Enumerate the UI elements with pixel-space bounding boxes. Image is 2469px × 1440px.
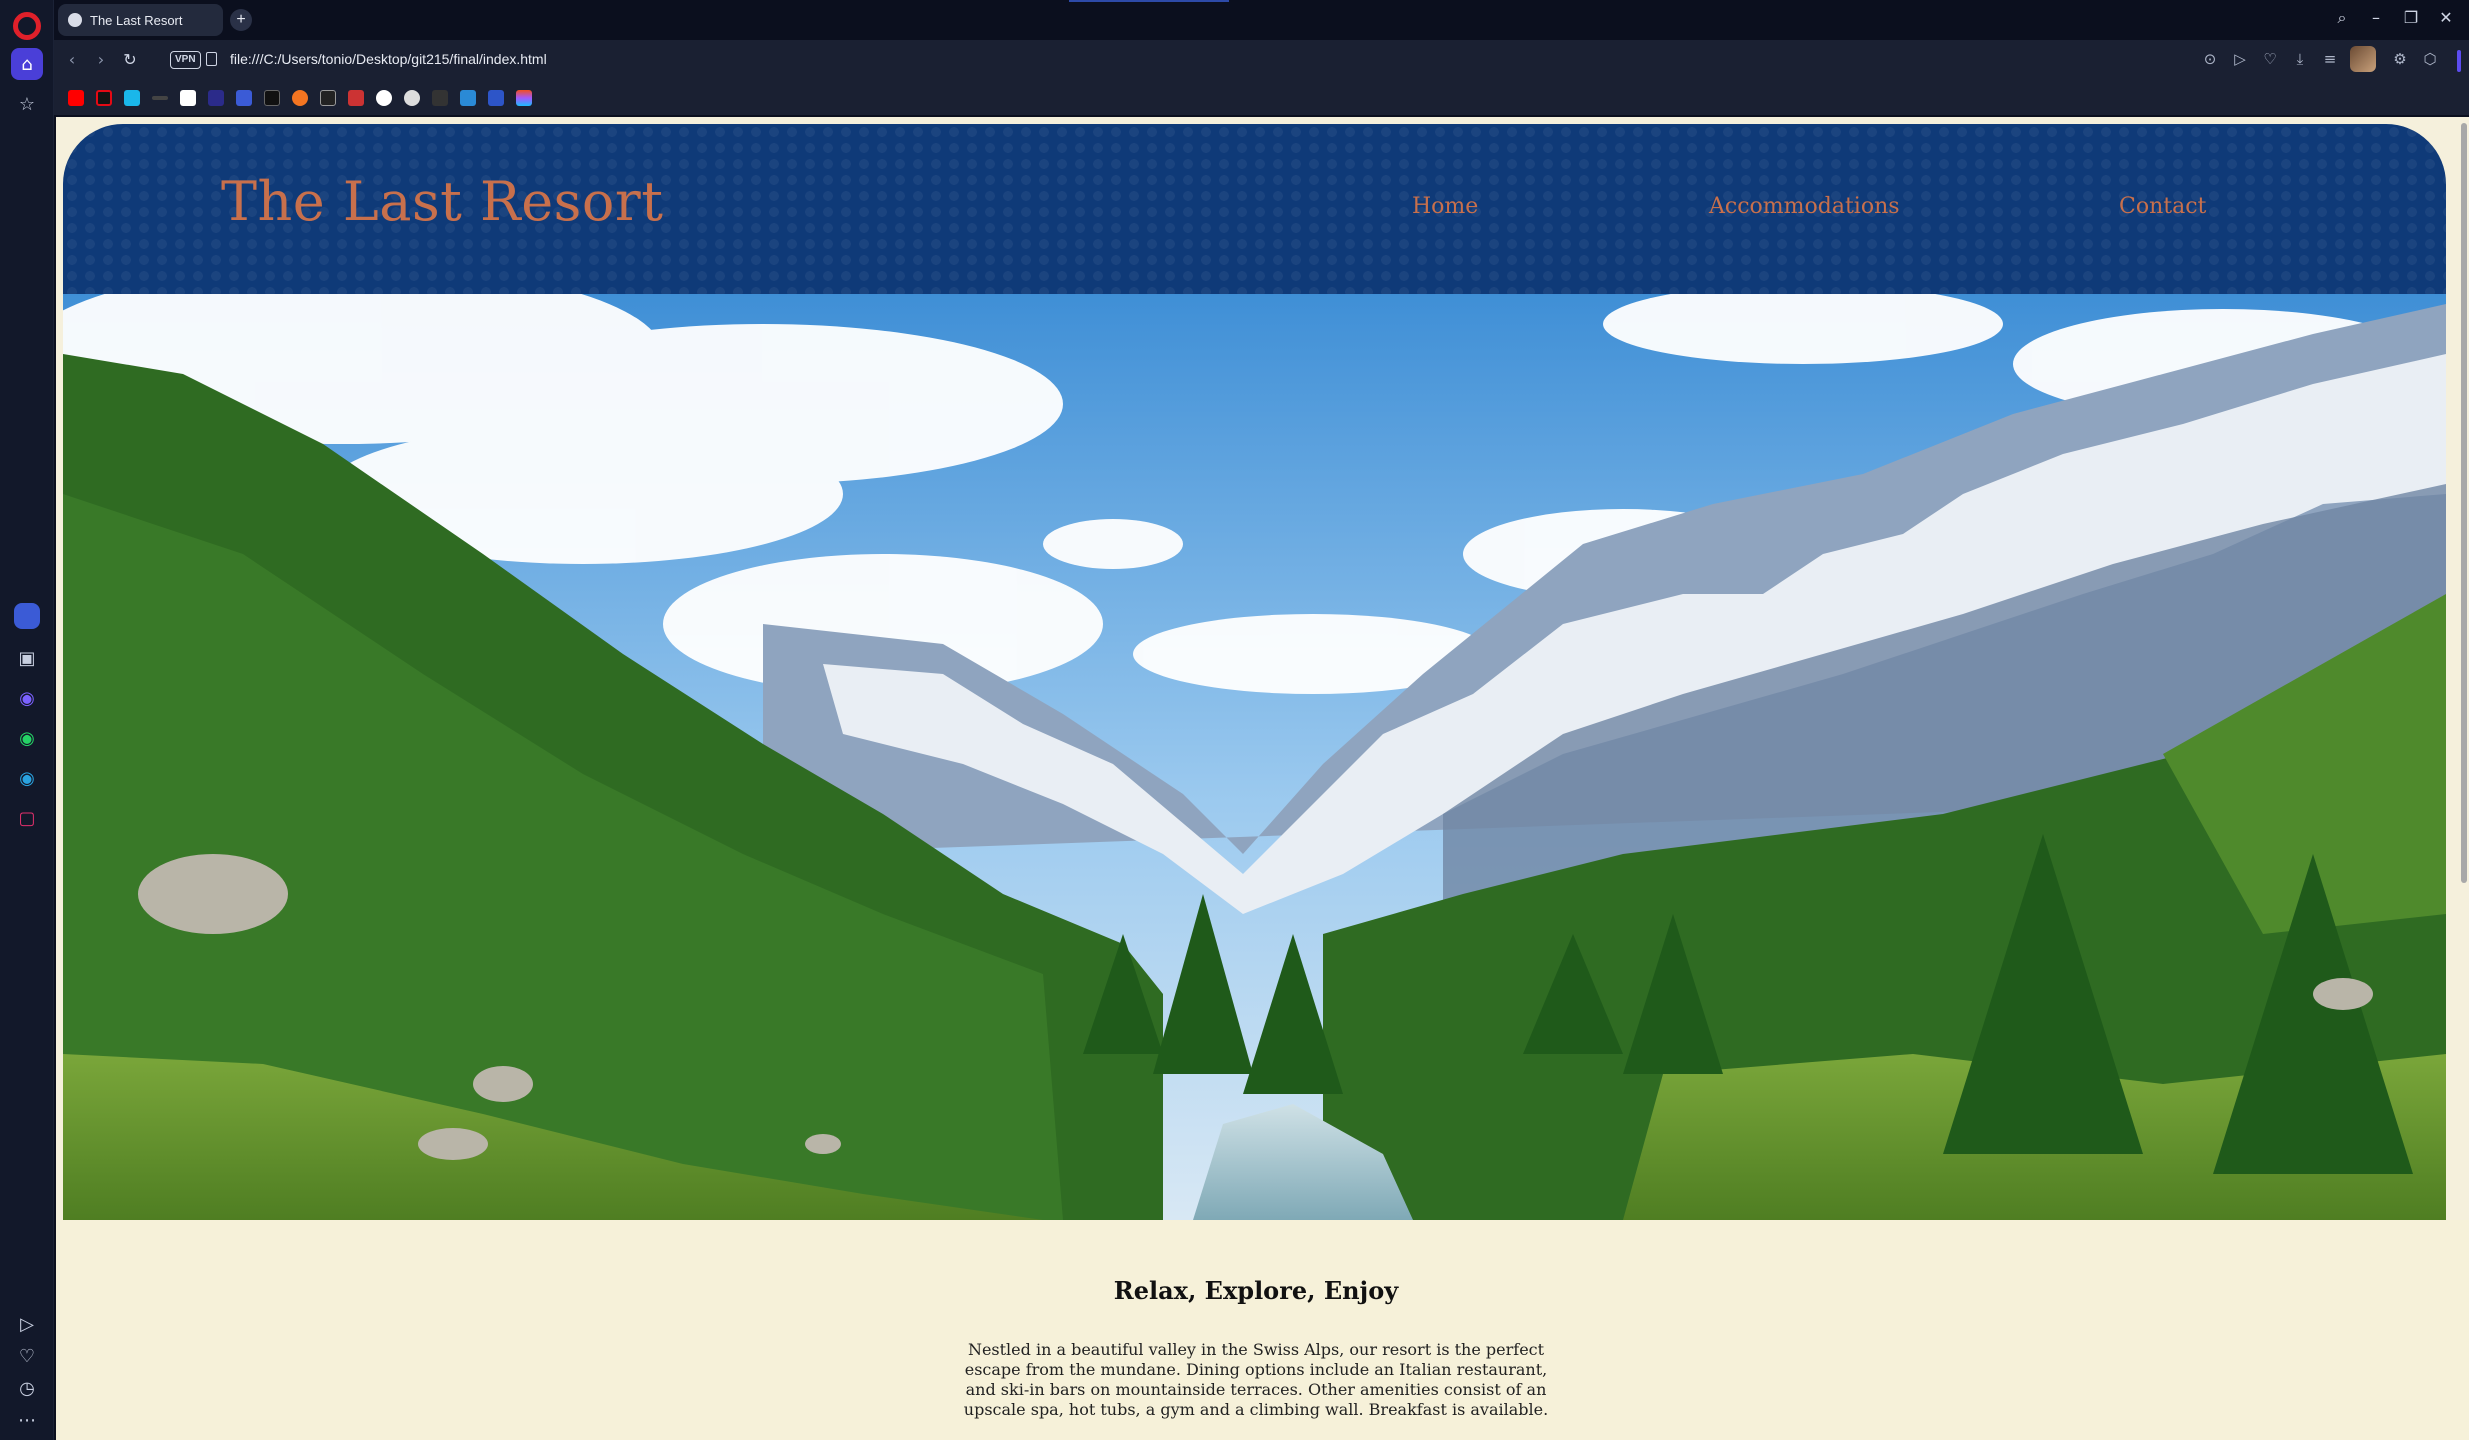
- nav-home[interactable]: Home: [1412, 194, 1478, 219]
- heart-icon[interactable]: ♡: [2260, 50, 2280, 68]
- nav-contact[interactable]: Contact: [2119, 194, 2206, 219]
- intro-text: Nestled in a beautiful valley in the Swi…: [963, 1340, 1549, 1419]
- bookmark-icon[interactable]: [488, 90, 504, 106]
- reload-icon[interactable]: ↻: [119, 50, 141, 69]
- forward-icon[interactable]: ›: [90, 50, 112, 69]
- bookmarks-bar: [54, 80, 2469, 116]
- extensions-icon[interactable]: ⬡: [2420, 50, 2440, 68]
- github-icon[interactable]: [376, 90, 392, 106]
- bookmark-icon[interactable]: [348, 90, 364, 106]
- back-icon[interactable]: ‹: [61, 50, 83, 69]
- netflix-icon[interactable]: [96, 90, 112, 106]
- hero-image: [63, 294, 2446, 1220]
- intro-section: Relax, Explore, Enjoy Nestled in a beaut…: [56, 1220, 2469, 1440]
- send-icon[interactable]: ▷: [2230, 50, 2250, 68]
- clipboard-icon[interactable]: ▣: [11, 642, 43, 674]
- tab-strip: The Last Resort + ⌕ – ❐ ✕: [54, 0, 2469, 40]
- url-field[interactable]: file:///C:/Users/tonio/Desktop/git215/fi…: [230, 51, 547, 67]
- brand-title[interactable]: The Last Resort: [221, 170, 663, 233]
- aria-icon[interactable]: [14, 603, 40, 629]
- heart-icon[interactable]: ♡: [11, 1340, 43, 1372]
- bookmark-icon[interactable]: [264, 90, 280, 106]
- more-icon[interactable]: ⋯: [11, 1404, 43, 1436]
- download-icon[interactable]: ⤓: [2290, 50, 2310, 68]
- new-tab-button[interactable]: +: [230, 9, 252, 31]
- opera-logo-icon[interactable]: [13, 12, 41, 40]
- site-header: The Last Resort Home Accommodations Cont…: [63, 124, 2446, 294]
- tab-title: The Last Resort: [90, 12, 183, 28]
- bookmark-icon[interactable]: [152, 96, 168, 100]
- page-icon: [206, 52, 217, 66]
- instagram-icon[interactable]: ▢: [11, 802, 43, 834]
- history-icon[interactable]: ◷: [11, 1372, 43, 1404]
- easy-setup-icon[interactable]: ≡: [2320, 50, 2340, 68]
- address-bar: ‹ › ↻ VPN file:///C:/Users/tonio/Desktop…: [54, 40, 2469, 80]
- telegram-icon[interactable]: ◉: [11, 762, 43, 794]
- bookmark-icon[interactable]: [432, 90, 448, 106]
- tab-the-last-resort[interactable]: The Last Resort: [58, 4, 223, 36]
- alpine-valley-illustration: [63, 294, 2446, 1220]
- intro-title: Relax, Explore, Enjoy: [1113, 1276, 1399, 1305]
- chatgpt-icon[interactable]: [404, 90, 420, 106]
- youtube-icon[interactable]: [68, 90, 84, 106]
- player-icon[interactable]: ▷: [11, 1308, 43, 1340]
- vpn-badge[interactable]: VPN: [170, 51, 201, 69]
- bookmark-icon[interactable]: [320, 90, 336, 106]
- settings-icon[interactable]: ⚙: [2390, 50, 2410, 68]
- amazon-icon[interactable]: [180, 90, 196, 106]
- whatsapp-icon[interactable]: ◉: [11, 722, 43, 754]
- browser-window: ⌂ ☆ ▣ ◉ ◉ ◉ ▢ ▷ ♡ ◷ ⋯ The Last Resort + …: [0, 0, 2469, 1440]
- vimeo-icon[interactable]: [124, 90, 140, 106]
- page-viewport: The Last Resort Home Accommodations Cont…: [56, 117, 2469, 1440]
- close-icon[interactable]: ✕: [2434, 8, 2458, 27]
- browser-sidebar: ⌂ ☆ ▣ ◉ ◉ ◉ ▢ ▷ ♡ ◷ ⋯: [0, 0, 54, 1440]
- messenger-icon[interactable]: ◉: [11, 682, 43, 714]
- tab-indicator: [1069, 0, 1229, 2]
- search-icon[interactable]: ⌕: [2330, 8, 2354, 28]
- restore-icon[interactable]: ❐: [2399, 8, 2423, 27]
- camera-icon[interactable]: ⊙: [2200, 50, 2220, 68]
- mastodon-icon[interactable]: [236, 90, 252, 106]
- figma-icon[interactable]: [516, 90, 532, 106]
- bookmark-icon[interactable]: [208, 90, 224, 106]
- scrollbar[interactable]: [2461, 123, 2467, 883]
- avatar[interactable]: [2350, 46, 2376, 72]
- home-icon[interactable]: ⌂: [11, 48, 43, 80]
- crunchyroll-icon[interactable]: [292, 90, 308, 106]
- minimize-icon[interactable]: –: [2364, 8, 2388, 27]
- nav-accommodations[interactable]: Accommodations: [1709, 194, 1900, 219]
- accent-bar: [2457, 50, 2461, 72]
- bookmark-icon[interactable]: [460, 90, 476, 106]
- globe-icon: [68, 13, 82, 27]
- star-icon[interactable]: ☆: [11, 88, 43, 120]
